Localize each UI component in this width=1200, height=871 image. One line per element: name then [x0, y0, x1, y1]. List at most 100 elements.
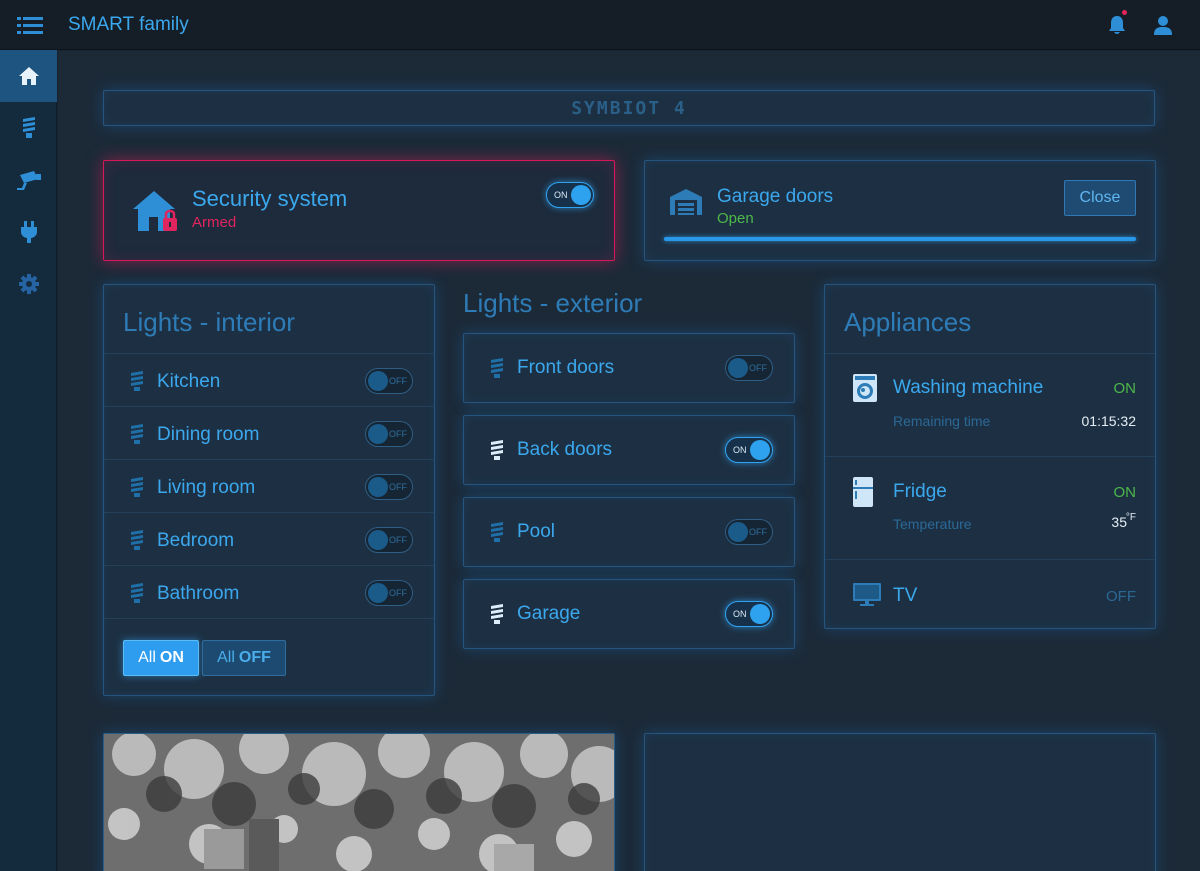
lights-interior-panel: Lights - interior Kitchen OFF Dining roo… [103, 284, 435, 696]
bulb-icon [131, 371, 143, 391]
toggle-label: ON [733, 445, 747, 455]
user-button[interactable] [1140, 0, 1186, 50]
light-toggle-front-doors[interactable]: OFF [725, 355, 773, 381]
appliance-state: ON [1113, 484, 1137, 501]
bulb-icon [491, 522, 503, 542]
all-on-button[interactable]: All ON [123, 640, 199, 676]
appliance-sub-label: Temperature [893, 516, 972, 532]
light-label: Kitchen [157, 371, 221, 392]
sidebar [0, 50, 57, 871]
appliance-unit: °F [1125, 512, 1136, 523]
light-row-bathroom: Bathroom OFF [104, 565, 434, 618]
top-bar: SMART family [0, 0, 1200, 50]
bulb-icon [131, 583, 143, 603]
light-toggle-pool[interactable]: OFF [725, 519, 773, 545]
light-label: Bathroom [157, 583, 240, 604]
appliance-row-washing-machine: Washing machine ON Remaining time 01:15:… [825, 353, 1155, 456]
all-on-strong: ON [159, 649, 184, 666]
appliances-panel: Appliances Washing machine ON Remaining … [824, 284, 1156, 629]
plug-icon [20, 221, 37, 243]
toggle-label: ON [733, 609, 747, 619]
toggle-knob [728, 522, 748, 542]
light-toggle-kitchen[interactable]: OFF [365, 368, 413, 394]
toggle-knob [750, 440, 770, 460]
toggle-label: OFF [389, 482, 407, 492]
light-card-garage: Garage ON [463, 579, 795, 649]
light-toggle-bedroom[interactable]: OFF [365, 527, 413, 553]
garage-icon [670, 189, 702, 215]
appliance-name: Fridge [893, 481, 947, 502]
user-icon [1154, 16, 1172, 35]
washing-machine-icon [853, 374, 877, 402]
brand-logo: SYMBIOT 4 [571, 97, 687, 119]
light-row-living-room: Living room OFF [104, 459, 434, 512]
light-toggle-garage[interactable]: ON [725, 601, 773, 627]
appliances-title: Appliances [844, 307, 972, 337]
appliance-sub-label: Remaining time [893, 413, 991, 429]
all-off-button[interactable]: All OFF [202, 640, 286, 676]
appliance-state: ON [1113, 380, 1137, 397]
appliance-sub-value: 01:15:32 [1081, 413, 1137, 429]
all-off-strong: OFF [238, 649, 271, 666]
light-card-pool: Pool OFF [463, 497, 795, 567]
bulb-icon [491, 440, 503, 460]
toggle-label: OFF [389, 535, 407, 545]
toggle-knob [368, 477, 388, 497]
garage-status: Open [717, 210, 754, 227]
divider [104, 618, 434, 619]
light-row-kitchen: Kitchen OFF [104, 353, 434, 406]
toggle-label: OFF [389, 376, 407, 386]
bulb-icon [131, 424, 143, 444]
toggle-knob [368, 371, 388, 391]
light-label: Front doors [517, 357, 615, 378]
main-content: SYMBIOT 4 Security system Armed ON Garag… [58, 51, 1200, 871]
garage-progress-bar [664, 237, 1136, 241]
all-on-prefix: All [138, 649, 156, 666]
light-toggle-back-doors[interactable]: ON [725, 437, 773, 463]
light-label: Dining room [157, 424, 260, 445]
camera-feed-picture [104, 734, 614, 871]
toggle-label: OFF [749, 527, 767, 537]
toggle-knob [368, 424, 388, 444]
appliance-name: TV [893, 585, 918, 606]
toggle-knob [368, 583, 388, 603]
security-card: Security system Armed ON [103, 160, 615, 261]
toggle-label: OFF [389, 588, 407, 598]
camera-icon [16, 171, 41, 190]
toggle-knob [368, 530, 388, 550]
sidebar-item-lights[interactable] [0, 102, 57, 154]
sidebar-item-cameras[interactable] [0, 154, 57, 206]
menu-button[interactable] [0, 0, 60, 50]
light-label: Bedroom [157, 530, 235, 551]
toggle-knob [728, 358, 748, 378]
garage-title: Garage doors [717, 186, 834, 207]
security-toggle[interactable]: ON [546, 182, 594, 208]
light-toggle-bathroom[interactable]: OFF [365, 580, 413, 606]
light-card-back-doors: Back doors ON [463, 415, 795, 485]
sidebar-item-settings[interactable] [0, 258, 57, 310]
light-toggle-dining-room[interactable]: OFF [365, 421, 413, 447]
security-title: Security system [192, 186, 348, 211]
bulb-icon [131, 477, 143, 497]
hamburger-menu-icon [17, 16, 43, 34]
sidebar-item-home[interactable] [0, 50, 57, 102]
toggle-knob [571, 185, 591, 205]
lights-interior-title: Lights - interior [123, 307, 295, 337]
empty-widget-panel [644, 733, 1156, 871]
notification-dot [1122, 10, 1127, 15]
appliance-sub-value: 35 [1111, 514, 1127, 530]
notifications-button[interactable] [1094, 0, 1140, 50]
light-toggle-living-room[interactable]: OFF [365, 474, 413, 500]
garage-card: Garage doors Open Close [644, 160, 1156, 261]
bell-icon [1109, 16, 1125, 34]
garage-close-button[interactable]: Close [1064, 180, 1136, 216]
light-label: Pool [517, 521, 556, 542]
toggle-label: OFF [389, 429, 407, 439]
camera-feed-image[interactable] [103, 733, 615, 871]
sidebar-item-plugs[interactable] [0, 206, 57, 258]
appliance-row-tv: TV OFF [825, 559, 1155, 629]
security-status: Armed [192, 214, 237, 231]
appliance-name: Washing machine [893, 377, 1044, 398]
bulb-icon [22, 117, 35, 138]
app-title: SMART family [68, 13, 189, 35]
